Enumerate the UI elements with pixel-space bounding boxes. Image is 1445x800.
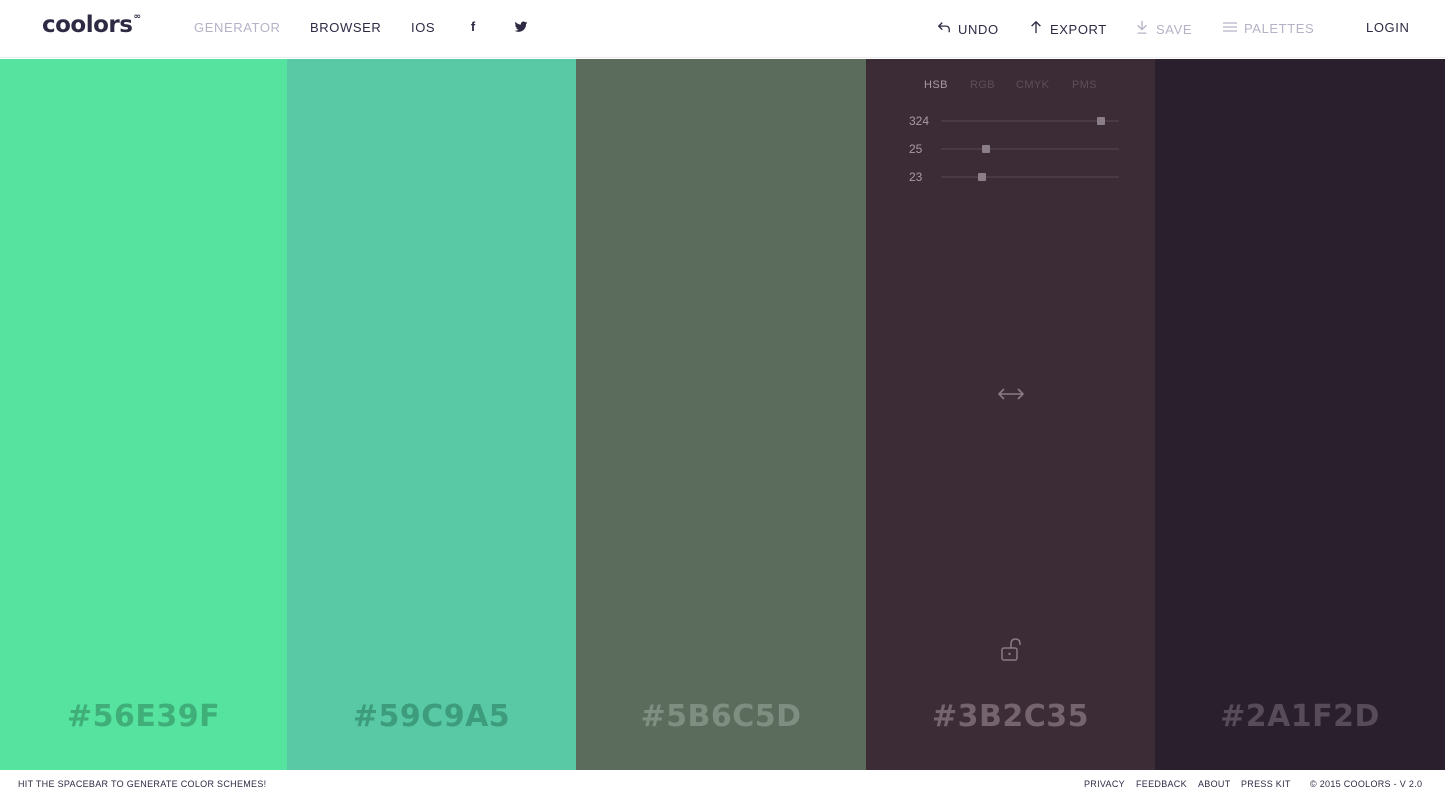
nav-ios[interactable]: IOS	[411, 20, 435, 36]
hue-slider[interactable]: 324	[909, 114, 1119, 128]
swatch-hex-code[interactable]: #56E39F	[0, 699, 287, 734]
palettes-list-icon	[1222, 20, 1238, 36]
top-bar: coolors∞ GENERATOR BROWSER IOS f UNDO EX…	[0, 0, 1445, 58]
mode-tab-rgb[interactable]: RGB	[970, 79, 995, 91]
facebook-icon[interactable]: f	[464, 18, 482, 36]
drag-arrows-icon[interactable]	[996, 384, 1026, 404]
slider-track[interactable]	[941, 145, 1119, 153]
swatch-hex-code[interactable]: #5B6C5D	[576, 699, 866, 734]
swatch-hex-code[interactable]: #59C9A5	[287, 699, 576, 734]
copyright: © 2015 COOLORS - V 2.0	[1310, 779, 1423, 789]
color-swatch-1[interactable]: #56E39F	[0, 59, 287, 770]
color-swatch-5[interactable]: #2A1F2D	[1155, 59, 1445, 770]
footer-link-about[interactable]: ABOUT	[1198, 779, 1231, 789]
save-download-icon	[1134, 20, 1150, 37]
logo-text: coolors	[42, 12, 133, 38]
saturation-value: 25	[909, 142, 923, 156]
mode-tab-hsb[interactable]: HSB	[924, 79, 948, 91]
save-label: SAVE	[1156, 22, 1193, 37]
slider-track[interactable]	[941, 173, 1119, 181]
brightness-slider[interactable]: 23	[909, 170, 1119, 184]
hue-value: 324	[909, 114, 930, 128]
slider-track[interactable]	[941, 117, 1119, 125]
slider-handle[interactable]	[1097, 117, 1106, 125]
coolors-logo[interactable]: coolors∞	[42, 12, 141, 38]
color-palette: #56E39F #59C9A5 #5B6C5D HSB RGB CMYK PMS…	[0, 59, 1445, 770]
slider-handle[interactable]	[977, 173, 986, 181]
palettes-label: PALETTES	[1244, 21, 1315, 36]
saturation-slider[interactable]: 25	[909, 142, 1119, 156]
color-swatch-3[interactable]: #5B6C5D	[576, 59, 866, 770]
footer-link-press-kit[interactable]: PRESS KIT	[1241, 779, 1291, 789]
undo-label: UNDO	[958, 22, 999, 37]
unlock-icon[interactable]	[1000, 637, 1022, 663]
color-swatch-2[interactable]: #59C9A5	[287, 59, 576, 770]
brightness-value: 23	[909, 170, 923, 184]
nav-browser[interactable]: BROWSER	[310, 20, 381, 36]
undo-button[interactable]: UNDO	[936, 20, 999, 37]
footer: HIT THE SPACEBAR TO GENERATE COLOR SCHEM…	[0, 770, 1445, 800]
footer-link-privacy[interactable]: PRIVACY	[1084, 779, 1125, 789]
undo-icon	[936, 20, 952, 37]
login-button[interactable]: LOGIN	[1366, 20, 1409, 36]
palettes-button[interactable]: PALETTES	[1222, 20, 1314, 36]
save-button[interactable]: SAVE	[1134, 20, 1193, 37]
mode-tab-cmyk[interactable]: CMYK	[1016, 79, 1049, 91]
swatch-hex-code[interactable]: #3B2C35	[866, 699, 1155, 734]
mode-tab-pms[interactable]: PMS	[1072, 79, 1097, 91]
logo-infinity-mark: ∞	[133, 12, 141, 22]
twitter-icon[interactable]	[512, 18, 530, 36]
color-swatch-4-selected[interactable]: HSB RGB CMYK PMS 324 25 23 #3B2C35	[866, 59, 1155, 770]
slider-handle[interactable]	[981, 145, 990, 153]
export-button[interactable]: EXPORT	[1028, 20, 1107, 37]
export-label: EXPORT	[1050, 22, 1107, 37]
footer-link-feedback[interactable]: FEEDBACK	[1136, 779, 1187, 789]
swatch-hex-code[interactable]: #2A1F2D	[1155, 699, 1445, 734]
export-arrow-up-icon	[1028, 20, 1044, 37]
nav-generator[interactable]: GENERATOR	[194, 20, 281, 36]
spacebar-hint: HIT THE SPACEBAR TO GENERATE COLOR SCHEM…	[18, 779, 267, 789]
